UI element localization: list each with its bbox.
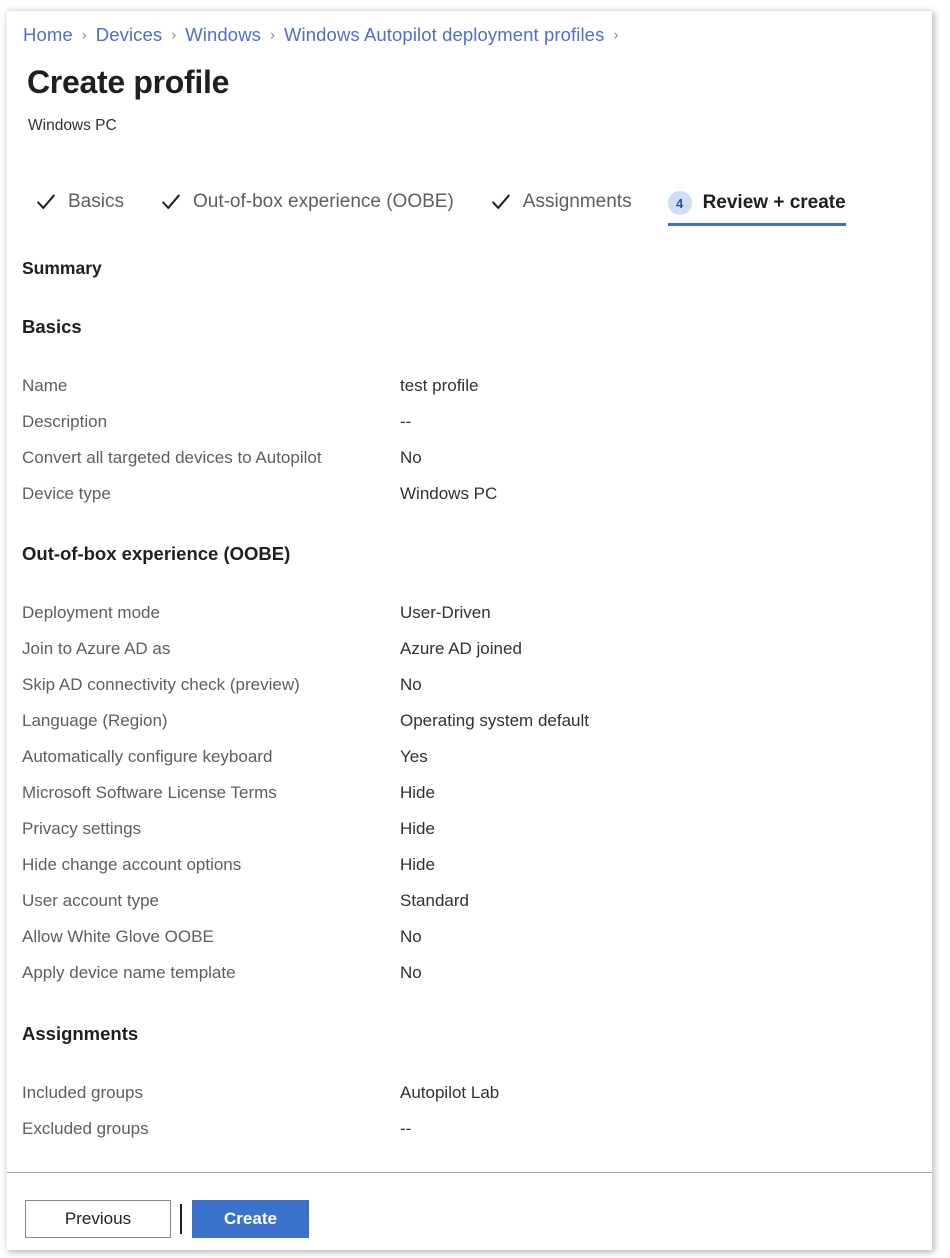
summary-row-label: Deployment mode (22, 603, 160, 623)
summary-row-value: No (400, 675, 422, 695)
summary-rows: Name test profile Description -- Convert all… (7, 368, 932, 512)
summary-row-value: No (400, 963, 422, 983)
summary-row-label: Name (22, 376, 67, 396)
summary-row-label: Join to Azure AD as (22, 639, 170, 659)
previous-button[interactable]: Previous (25, 1200, 171, 1238)
summary-row-label: Hide change account options (22, 855, 241, 875)
summary-row-value: Yes (400, 747, 428, 767)
summary-row-label: Convert all targeted devices to Autopilo… (22, 448, 322, 468)
section-heading: Out-of-box experience (OOBE) (22, 543, 290, 565)
summary-row: Join to Azure AD as Azure AD joined (7, 631, 932, 667)
summary-heading: Summary (22, 258, 102, 279)
summary-row-label: Included groups (22, 1083, 143, 1103)
footer-divider (180, 1204, 182, 1234)
summary-row: Hide change account options Hide (7, 847, 932, 883)
summary-row-label: Privacy settings (22, 819, 141, 839)
blade-body: Home›Devices›Windows›Windows Autopilot d… (7, 11, 932, 1172)
summary-row-label: Skip AD connectivity check (preview) (22, 675, 300, 695)
summary-row-label: Microsoft Software License Terms (22, 783, 277, 803)
create-profile-blade: Home›Devices›Windows›Windows Autopilot d… (6, 10, 932, 1250)
summary-row: Allow White Glove OOBE No (7, 919, 932, 955)
summary-row: Language (Region) Operating system defaul… (7, 703, 932, 739)
summary-row-label: Excluded groups (22, 1119, 149, 1139)
summary-row: Automatically configure keyboard Yes (7, 739, 932, 775)
summary-row-value: test profile (400, 376, 478, 396)
section-heading: Assignments (22, 1023, 138, 1045)
summary-row: Deployment mode User-Driven (7, 595, 932, 631)
summary-row: Privacy settings Hide (7, 811, 932, 847)
summary-row-value: -- (400, 412, 411, 432)
summary-row-label: Language (Region) (22, 711, 168, 731)
summary-row: Skip AD connectivity check (preview) No (7, 667, 932, 703)
summary-row-value: No (400, 927, 422, 947)
summary-row: Description -- (7, 404, 932, 440)
summary-row-value: Autopilot Lab (400, 1083, 499, 1103)
summary-row-label: User account type (22, 891, 159, 911)
summary-row-value: User-Driven (400, 603, 491, 623)
summary-row-label: Apply device name template (22, 963, 236, 983)
summary-rows: Deployment mode User-Driven Join to Azure … (7, 595, 932, 991)
summary-row: Apply device name template No (7, 955, 932, 991)
summary-row: Microsoft Software License Terms Hide (7, 775, 932, 811)
summary-row-label: Automatically configure keyboard (22, 747, 272, 767)
summary-row-value: Hide (400, 855, 435, 875)
summary-row: Included groups Autopilot Lab (7, 1075, 932, 1111)
summary-row-value: Azure AD joined (400, 639, 522, 659)
summary-row: Excluded groups -- (7, 1111, 932, 1147)
summary-row-value: Operating system default (400, 711, 589, 731)
section-heading: Basics (22, 316, 82, 338)
blade-footer: Previous Create (7, 1172, 932, 1250)
summary-row-value: Standard (400, 891, 469, 911)
summary-row-value: Hide (400, 819, 435, 839)
summary-row-value: No (400, 448, 422, 468)
summary-row-label: Description (22, 412, 107, 432)
summary-row-label: Device type (22, 484, 111, 504)
summary-row-value: -- (400, 1119, 411, 1139)
summary-row: Device type Windows PC (7, 476, 932, 512)
summary-row: User account type Standard (7, 883, 932, 919)
summary-rows: Included groups Autopilot Lab Excluded gro… (7, 1075, 932, 1147)
footer-button-bar: Previous Create (25, 1200, 309, 1238)
create-button[interactable]: Create (192, 1200, 309, 1238)
summary-row-value: Hide (400, 783, 435, 803)
summary-row-value: Windows PC (400, 484, 497, 504)
summary-content: Summary Basics Name test profile Descriptio… (7, 11, 932, 1172)
summary-row-label: Allow White Glove OOBE (22, 927, 214, 947)
summary-row: Name test profile (7, 368, 932, 404)
summary-row: Convert all targeted devices to Autopilo… (7, 440, 932, 476)
